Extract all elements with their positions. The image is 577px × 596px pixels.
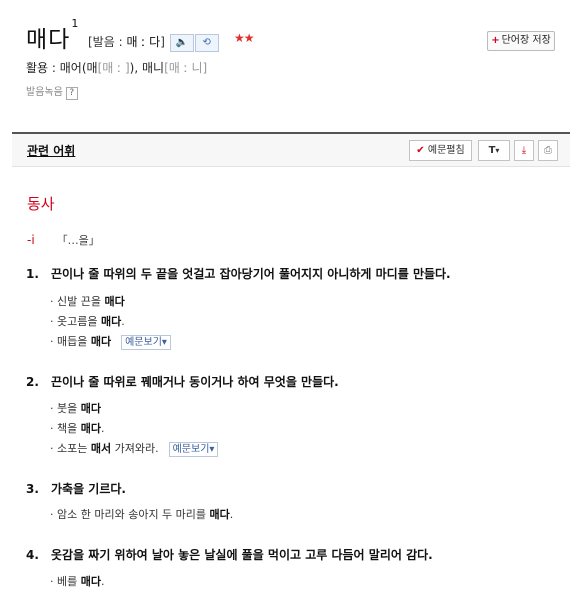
pronunciation: [발음 : 매 ː 다] 🔈 ⟲	[88, 33, 219, 52]
example: · 베를 매다.	[50, 573, 104, 589]
conjugation: 활용 : 매어(매[매 ː ]), 매니[매 ː 니]	[26, 59, 207, 76]
example-text: · 암소 한 마리와 송아지 두 마리를	[50, 508, 210, 521]
example-text: 가져와라.	[111, 442, 159, 455]
sense-number: 4.	[26, 548, 39, 562]
help-icon[interactable]: ?	[65, 87, 78, 100]
example-text: .	[229, 508, 234, 521]
chevron-down-icon: ▾	[495, 146, 500, 155]
conj-label: 활용 :	[26, 61, 60, 75]
example-keyword: 매다	[100, 315, 122, 328]
example-text: · 신발 끈을	[50, 295, 105, 308]
sense-text: 옷감을 짜기 위하여 날아 놓은 날실에 풀을 먹이고 고루 다듬어 말리어 감…	[51, 548, 433, 562]
example-keyword: 매다	[104, 295, 125, 308]
headword: 매다1	[26, 17, 80, 54]
recording-label[interactable]: 발음녹음	[26, 87, 63, 98]
save-to-wordbook-button[interactable]: + 단어장 저장	[487, 31, 555, 51]
example-text: · 책을	[50, 422, 81, 435]
pron-syllables: 매 ː 다	[126, 35, 161, 49]
sense: 2. 끈이나 줄 따위로 꿰매거나 동이거나 하여 무엇을 만들다.	[26, 373, 339, 390]
example-keyword: 매다	[80, 402, 101, 415]
font-size-button[interactable]: T▾	[478, 140, 510, 161]
example-text: .	[100, 422, 105, 435]
sense-text: 끈이나 줄 따위의 두 끝을 엇걸고 잡아당기어 풀어지지 아니하게 마디를 만…	[51, 267, 451, 281]
example: · 책을 매다.	[50, 420, 104, 436]
example-keyword: 매다	[80, 422, 101, 435]
example-text: · 붓을	[50, 402, 81, 415]
print-icon[interactable]: ⎙	[538, 140, 558, 161]
example-keyword: 매다	[209, 508, 230, 521]
sense-number: 2.	[26, 375, 39, 389]
more-examples-button[interactable]: 예문보기▾	[121, 334, 171, 350]
plus-icon: +	[491, 35, 500, 46]
importance-stars: ★★	[234, 31, 254, 45]
conj-pron: [매 ː 니]	[164, 61, 208, 75]
related-words-link[interactable]: 관련 어휘	[27, 142, 75, 159]
conj-form: ), 매니	[129, 61, 165, 75]
more-examples-button[interactable]: 예문보기▾	[168, 441, 219, 457]
sense: 1. 끈이나 줄 따위의 두 끝을 엇걸고 잡아당기어 풀어지지 아니하게 마디를…	[26, 265, 451, 282]
play-sound-icon[interactable]: 🔈	[169, 33, 194, 52]
example-text: .	[100, 575, 105, 588]
toolbar: 관련 어휘 ✔ 예문펼침 T▾ ⤓ ⎙	[12, 132, 570, 167]
example-keyword: 매다	[90, 335, 112, 348]
repeat-sound-icon[interactable]: ⟲	[194, 33, 219, 52]
pron-close: ]	[160, 35, 165, 49]
conj-pron: [매 ː ]	[97, 61, 130, 75]
valency: -ⅰ 「…을」	[27, 232, 100, 248]
check-icon: ✔	[416, 145, 425, 156]
valency-pattern: 「…을」	[56, 234, 100, 247]
sense: 4. 옷감을 짜기 위하여 날아 놓은 날실에 풀을 먹이고 고루 다듬어 말리어…	[26, 546, 433, 563]
expand-examples-label: 예문펼침	[427, 145, 465, 156]
example-keyword: 매서	[90, 442, 112, 455]
expand-examples-button[interactable]: ✔ 예문펼침	[409, 140, 472, 161]
example: · 옷고름을 매다.	[50, 313, 125, 329]
pron-open: [발음 :	[88, 35, 127, 49]
part-of-speech: 동사	[27, 195, 55, 213]
download-icon[interactable]: ⤓	[514, 140, 534, 161]
valency-mark: -ⅰ	[27, 233, 35, 247]
sense: 3. 가축을 기르다.	[26, 480, 126, 497]
sense-number: 3.	[26, 482, 39, 496]
sense-text: 끈이나 줄 따위로 꿰매거나 동이거나 하여 무엇을 만들다.	[51, 375, 339, 389]
sense-text: 가축을 기르다.	[51, 482, 126, 496]
example: · 신발 끈을 매다	[50, 293, 125, 309]
example: · 붓을 매다	[50, 400, 101, 416]
example-keyword: 매다	[80, 575, 101, 588]
pronunciation-recording[interactable]: 발음녹음?	[26, 83, 78, 100]
example-text: .	[121, 315, 125, 328]
save-label: 단어장 저장	[501, 35, 551, 46]
example-text: · 소포는	[50, 442, 91, 455]
homonym-number: 1	[71, 17, 80, 31]
example-text: · 옷고름을	[50, 315, 101, 328]
conj-form: 매어(매	[59, 61, 98, 75]
headword-text: 매다	[26, 27, 71, 53]
sense-number: 1.	[26, 267, 39, 281]
example: · 매듭을 매다 예문보기▾	[50, 333, 171, 350]
example: · 암소 한 마리와 송아지 두 마리를 매다.	[50, 506, 233, 522]
example: · 소포는 매서 가져와라. 예문보기▾	[50, 440, 219, 457]
example-text: · 매듭을	[50, 335, 91, 348]
example-text: · 베를	[50, 575, 81, 588]
